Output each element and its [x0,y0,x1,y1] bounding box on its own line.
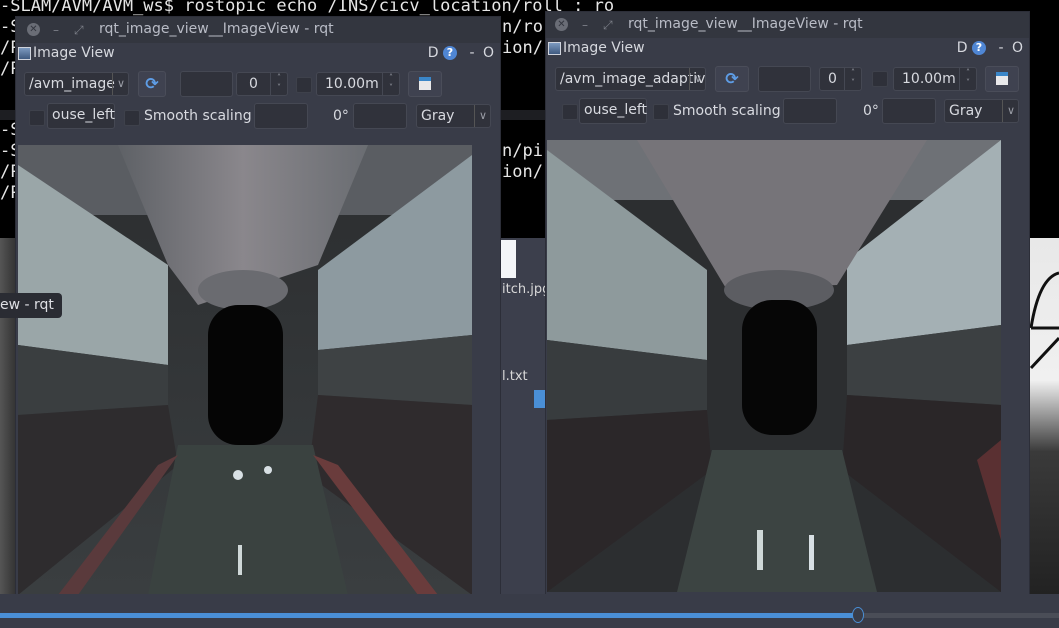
save-icon [996,72,1008,85]
refresh-icon: ⟳ [145,74,159,93]
dock-header: Image View D ? - O [16,43,500,65]
dock-d-button[interactable]: D [428,45,439,61]
dock-close-button[interactable]: O [483,45,494,61]
chevron-down-icon: ∨ [688,68,702,90]
image-view-icon [18,47,31,60]
spin-arrows[interactable]: ˄ ˅ [844,68,861,90]
rqt-window-1: ✕ – ⤢ rqt_image_view__ImageView - rqt Im… [15,16,501,596]
smooth-scaling-label: Smooth scaling [144,108,252,124]
file-manager-panel: itch.jpg l.txt [500,238,550,594]
background-image-right [1029,238,1059,594]
help-icon[interactable]: ? [443,46,457,60]
chevron-down-icon: ∨ [1001,100,1015,122]
smooth-scaling-label: Smooth scaling [673,103,781,119]
blank-field-3[interactable] [882,98,936,124]
close-window-icon[interactable]: ✕ [555,18,568,31]
mouse-topic-field[interactable]: ouse_left [579,98,647,124]
topic-select[interactable]: /avm_image ∨ [24,72,129,96]
file-thumbnail[interactable] [500,240,516,278]
mouse-publish-checkbox[interactable] [29,110,45,126]
help-icon[interactable]: ? [972,41,986,55]
dock-title: Image View [563,40,645,56]
blank-field-2[interactable] [783,98,837,124]
queue-size-spinbox[interactable]: 0 ˄ ˅ [236,72,288,96]
smooth-scaling-checkbox[interactable] [653,104,669,120]
colormap-select[interactable]: Gray ∨ [944,99,1019,123]
dock-title: Image View [33,45,115,61]
blank-field[interactable] [758,66,811,92]
time-spinbox[interactable]: 10.00m ˄ ˅ [893,67,977,91]
refresh-button[interactable]: ⟳ [715,66,749,92]
image-view-icon [548,42,561,55]
queue-size-spinbox[interactable]: 0 ˄ ˅ [819,67,862,91]
playback-bar [0,594,1059,628]
window-titlebar[interactable]: ✕ – ⤢ rqt_image_view__ImageView - rqt [16,17,500,43]
terminal-line: n/ro [502,17,543,37]
save-image-button[interactable] [408,71,442,97]
dock-minimize-button[interactable]: - [998,40,1003,56]
chevron-down-icon: ∨ [111,73,125,95]
window-title: rqt_image_view__ImageView - rqt [628,16,863,32]
window-title: rqt_image_view__ImageView - rqt [99,21,334,37]
minimize-window-icon[interactable]: – [582,18,588,32]
taskbar-tooltip: ew - rqt [0,293,62,318]
mouse-publish-checkbox[interactable] [562,104,578,120]
file-item-label[interactable]: l.txt [502,369,528,384]
colormap-select[interactable]: Gray ∨ [416,104,491,128]
blank-field-3[interactable] [353,103,407,129]
spin-arrows[interactable]: ˄ ˅ [382,73,399,95]
terminal-line: ion/ [502,38,543,58]
window-titlebar[interactable]: ✕ – ⤢ rqt_image_view__ImageView - rqt [546,12,1029,38]
camera-image-view[interactable] [547,140,1001,592]
close-window-icon[interactable]: ✕ [27,23,40,36]
blank-field[interactable] [180,71,233,97]
rqt-window-2: ✕ – ⤢ rqt_image_view__ImageView - rqt Im… [545,11,1030,596]
selection-indicator [534,390,545,408]
terminal-line: -SLAM/AVM/AVM_ws$ rostopic echo /INS/cic… [0,0,615,16]
time-spinbox[interactable]: 10.00m ˄ ˅ [316,72,400,96]
file-item-label[interactable]: itch.jpg [502,282,550,297]
save-icon [419,77,431,90]
save-image-button[interactable] [985,66,1019,92]
spin-arrows[interactable]: ˄ ˅ [270,73,287,95]
refresh-icon: ⟳ [725,69,739,88]
terminal-line: ion/ [502,162,543,182]
rotation-label: 0° [333,108,349,124]
minimize-window-icon[interactable]: – [53,23,59,37]
dock-header: Image View D ? - O [546,38,1029,60]
terminal-line: n/pi [502,141,543,161]
smooth-scaling-checkbox[interactable] [124,110,140,126]
progress-slider-fill [0,613,858,618]
maximize-window-icon[interactable]: ⤢ [74,23,84,38]
refresh-button[interactable]: ⟳ [138,71,166,97]
camera-image-view[interactable] [18,145,472,595]
topic-select[interactable]: /avm_image_adaptiv ∨ [555,67,706,91]
dock-close-button[interactable]: O [1012,40,1023,56]
maximize-window-icon[interactable]: ⤢ [603,18,613,33]
enable-checkbox[interactable] [872,71,888,87]
dock-minimize-button[interactable]: - [469,45,474,61]
progress-slider-handle[interactable] [852,607,864,623]
rotation-label: 0° [863,103,879,119]
chevron-down-icon: ∨ [473,105,487,127]
dock-d-button[interactable]: D [957,40,968,56]
mouse-topic-field[interactable]: ouse_left [47,103,115,129]
spin-arrows[interactable]: ˄ ˅ [959,68,976,90]
enable-checkbox[interactable] [296,77,312,93]
blank-field-2[interactable] [254,103,308,129]
